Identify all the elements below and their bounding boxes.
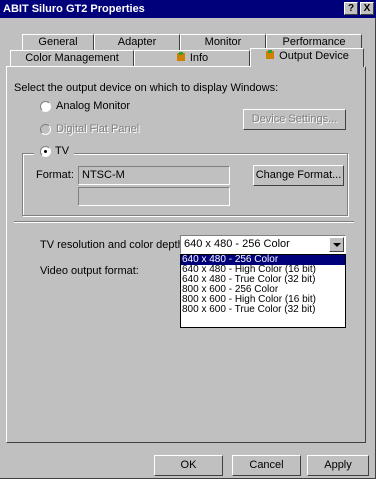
tab-color-management-label: Color Management [25, 52, 119, 64]
tab-info-label: Info [189, 52, 209, 64]
properties-window: ABIT Siluro GT2 Properties ? X General A… [0, 0, 376, 479]
tv-radio-dot [44, 150, 47, 153]
digital-flat-panel-label: Digital Flat Panel [56, 123, 140, 135]
tab-output-device[interactable]: Output Device [250, 48, 364, 67]
dropdown-button[interactable] [329, 237, 344, 252]
tv-resolution-dropdown-list[interactable]: 640 x 480 - 256 Color 640 x 480 - High C… [180, 254, 346, 328]
device-settings-button: Device Settings... [243, 109, 346, 130]
info-tab-icon [176, 52, 185, 61]
chevron-down-icon [333, 243, 341, 247]
instruction-text: Select the output device on which to dis… [14, 82, 279, 94]
separator [14, 221, 354, 223]
tv-radio[interactable] [40, 146, 51, 157]
help-button[interactable]: ? [344, 2, 358, 15]
tv-group-header: TV [34, 143, 74, 159]
tab-adapter[interactable]: Adapter [94, 34, 180, 50]
apply-button[interactable]: Apply [307, 455, 369, 476]
tv-resolution-value: 640 x 480 - 256 Color [184, 238, 290, 250]
ok-button[interactable]: OK [154, 455, 223, 476]
tv-resolution-label: TV resolution and color depth: [40, 239, 187, 251]
title-bar[interactable]: ABIT Siluro GT2 Properties ? X [0, 0, 376, 18]
cancel-button[interactable]: Cancel [232, 455, 301, 476]
tv-label[interactable]: TV [55, 145, 69, 157]
tab-color-management[interactable]: Color Management [10, 50, 134, 66]
video-output-format-label: Video output format: [40, 265, 139, 277]
analog-monitor-label[interactable]: Analog Monitor [56, 100, 130, 112]
tv-resolution-combo[interactable]: 640 x 480 - 256 Color [180, 235, 346, 254]
digital-flat-panel-radio [40, 124, 51, 135]
tab-adapter-label: Adapter [117, 36, 157, 48]
tab-monitor-label: Monitor [204, 36, 242, 48]
format-field: NTSC-M [78, 166, 230, 185]
tab-performance-label: Performance [282, 36, 346, 48]
tab-general-label: General [38, 36, 78, 48]
tab-general[interactable]: General [22, 34, 94, 50]
analog-monitor-radio[interactable] [40, 101, 51, 112]
format-label: Format: [36, 169, 74, 181]
tab-output-device-label: Output Device [279, 50, 349, 62]
output-device-tab-icon [266, 50, 275, 59]
change-format-button[interactable]: Change Format... [253, 165, 344, 186]
format-blank-field [78, 187, 230, 206]
window-title: ABIT Siluro GT2 Properties [3, 3, 145, 15]
option-800x600-32bit[interactable]: 800 x 600 - True Color (32 bit) [181, 305, 345, 315]
tab-info[interactable]: Info [134, 50, 250, 66]
close-button[interactable]: X [360, 2, 374, 15]
